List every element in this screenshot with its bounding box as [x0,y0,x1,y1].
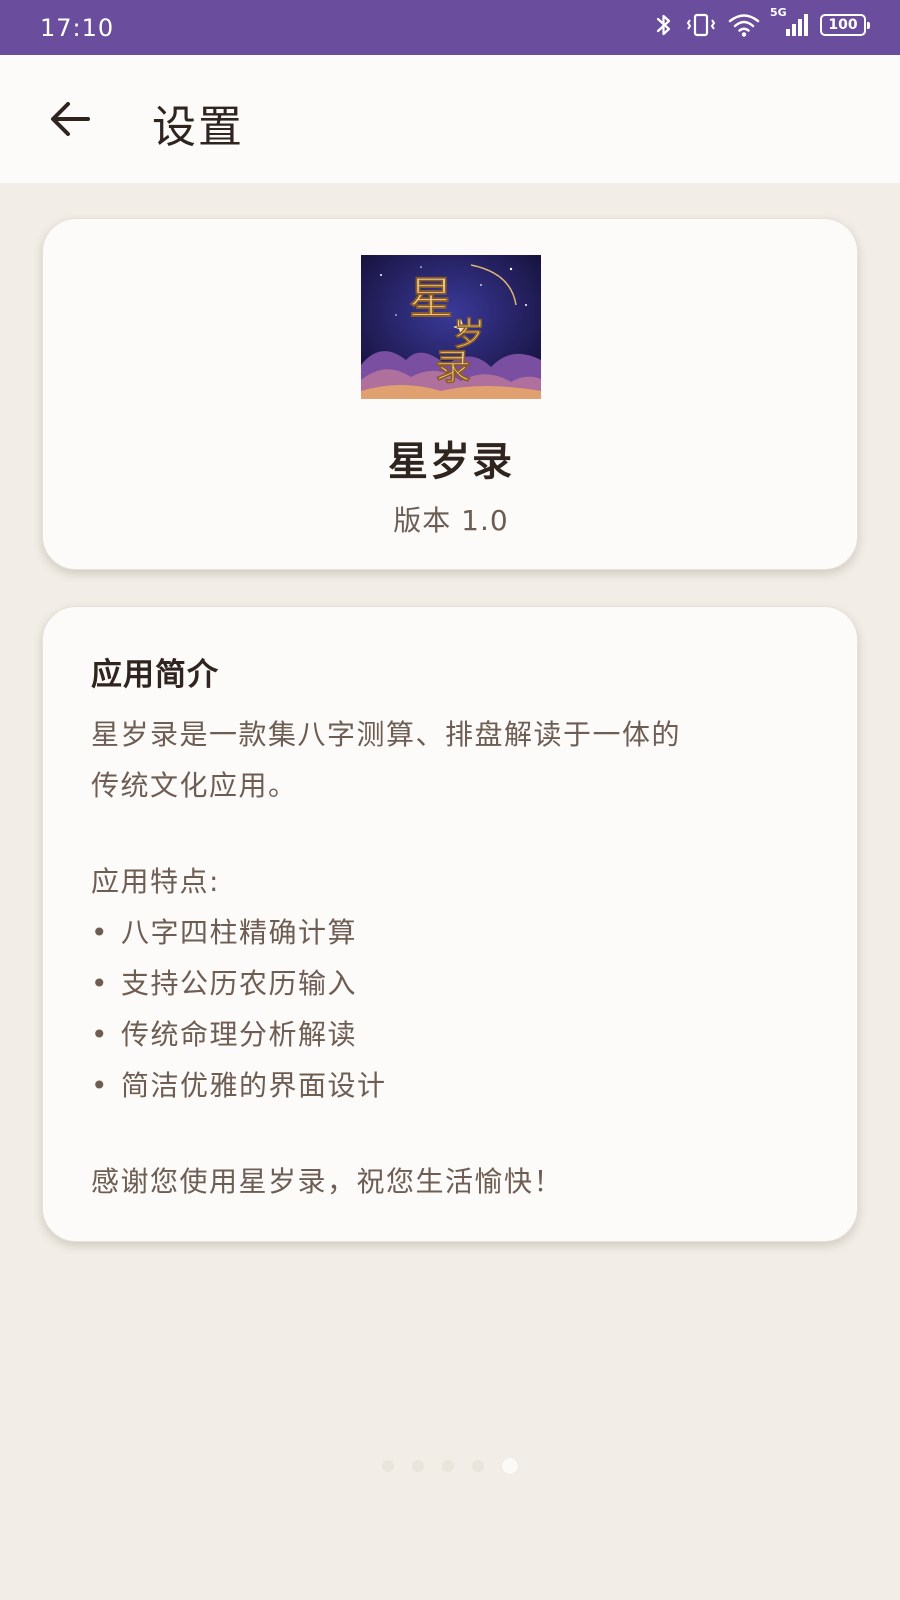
feature-item: • 支持公历农历输入 [91,958,821,1009]
status-bar: 17:10 5G 100 [0,0,900,55]
about-body: 星岁录是一款集八字测算、排盘解读于一体的 传统文化应用。 应用特点: • 八字四柱… [91,709,821,1207]
app-version: 版本 1.0 [393,504,509,537]
feature-text: 支持公历农历输入 [121,967,358,1000]
wifi-icon [728,12,760,38]
back-button[interactable] [38,87,102,151]
app-info-card: 星 岁 录 星岁录 版本 1.0 [42,218,858,570]
bluetooth-icon [654,12,674,38]
bullet-icon: • [91,916,110,949]
app-bar: 设置 [0,55,900,183]
signal-icon: 5G [770,6,808,38]
about-title: 应用简介 [91,657,219,693]
svg-text:录: 录 [435,346,471,388]
features-heading: 应用特点: [91,865,220,898]
page-dot-active[interactable] [502,1458,518,1474]
battery-level: 100 [828,17,858,33]
status-time: 17:10 [40,14,115,42]
app-name: 星岁录 [388,439,514,485]
feature-list: • 八字四柱精确计算 • 支持公历农历输入 • 传统命理分析解读 • 简洁优雅的界面设计 [91,907,821,1111]
page-dot[interactable] [412,1460,424,1472]
feature-item: • 八字四柱精确计算 [91,907,821,958]
page-dot[interactable] [382,1460,394,1472]
about-intro-line: 星岁录是一款集八字测算、排盘解读于一体的 [91,718,682,751]
about-card: 应用简介 星岁录是一款集八字测算、排盘解读于一体的 传统文化应用。 应用特点: … [42,606,858,1242]
feature-item: • 传统命理分析解读 [91,1009,821,1060]
page-indicator [0,1458,900,1474]
battery-icon: 100 [820,14,870,36]
feature-text: 八字四柱精确计算 [121,916,358,949]
about-intro-line: 传统文化应用。 [91,769,298,802]
status-icons: 5G 100 [654,6,870,38]
bullet-icon: • [91,1069,110,1102]
arrow-back-icon [51,102,90,136]
page-dot[interactable] [472,1460,484,1472]
feature-text: 传统命理分析解读 [121,1018,358,1051]
app-logo: 星 岁 录 [361,255,541,399]
thanks-text: 感谢您使用星岁录，祝您生活愉快！ [91,1165,564,1198]
vibrate-icon [686,12,716,38]
network-type: 5G [770,6,787,19]
page-title: 设置 [152,102,244,153]
page-dot[interactable] [442,1460,454,1472]
feature-text: 简洁优雅的界面设计 [121,1069,387,1102]
feature-item: • 简洁优雅的界面设计 [91,1060,821,1111]
bullet-icon: • [91,967,110,1000]
bullet-icon: • [91,1018,110,1051]
svg-text:星: 星 [409,273,453,324]
